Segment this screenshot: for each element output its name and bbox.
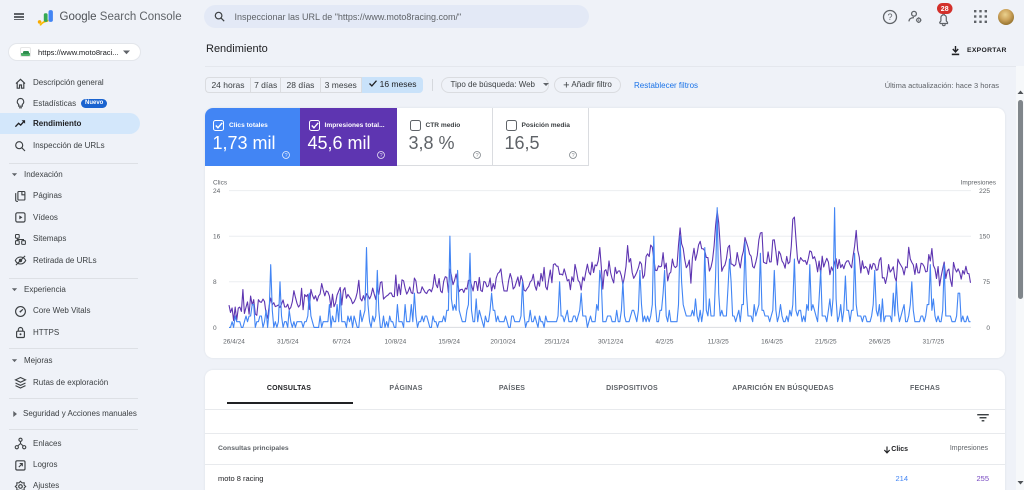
svg-text:15/9/24: 15/9/24 <box>438 338 460 345</box>
svg-text:4/2/25: 4/2/25 <box>655 338 673 345</box>
svg-text:8: 8 <box>213 279 217 286</box>
svg-text:11/3/25: 11/3/25 <box>708 338 730 345</box>
svg-text:20/10/24: 20/10/24 <box>490 338 516 345</box>
svg-text:225: 225 <box>979 188 990 195</box>
svg-text:75: 75 <box>983 279 991 286</box>
svg-text:10/8/24: 10/8/24 <box>385 338 407 345</box>
svg-text:?: ? <box>887 12 892 22</box>
svg-text:28: 28 <box>941 6 949 13</box>
svg-text:21/5/25: 21/5/25 <box>815 338 837 345</box>
svg-text:26/4/24: 26/4/24 <box>223 338 245 345</box>
svg-text:Clics: Clics <box>213 179 228 186</box>
svg-text:6/7/24: 6/7/24 <box>333 338 351 345</box>
svg-text:24: 24 <box>213 188 221 195</box>
svg-text:26/6/25: 26/6/25 <box>869 338 891 345</box>
svg-text:16: 16 <box>213 234 221 241</box>
svg-text:Impresiones: Impresiones <box>961 179 997 186</box>
svg-text:30/12/24: 30/12/24 <box>598 338 624 345</box>
svg-text:16/4/25: 16/4/25 <box>761 338 783 345</box>
svg-text:25/11/24: 25/11/24 <box>544 338 569 345</box>
svg-text:0: 0 <box>213 325 217 332</box>
svg-text:31/5/24: 31/5/24 <box>277 338 299 345</box>
svg-text:0: 0 <box>986 325 990 332</box>
svg-text:31/7/25: 31/7/25 <box>923 338 945 345</box>
svg-text:150: 150 <box>979 234 990 241</box>
